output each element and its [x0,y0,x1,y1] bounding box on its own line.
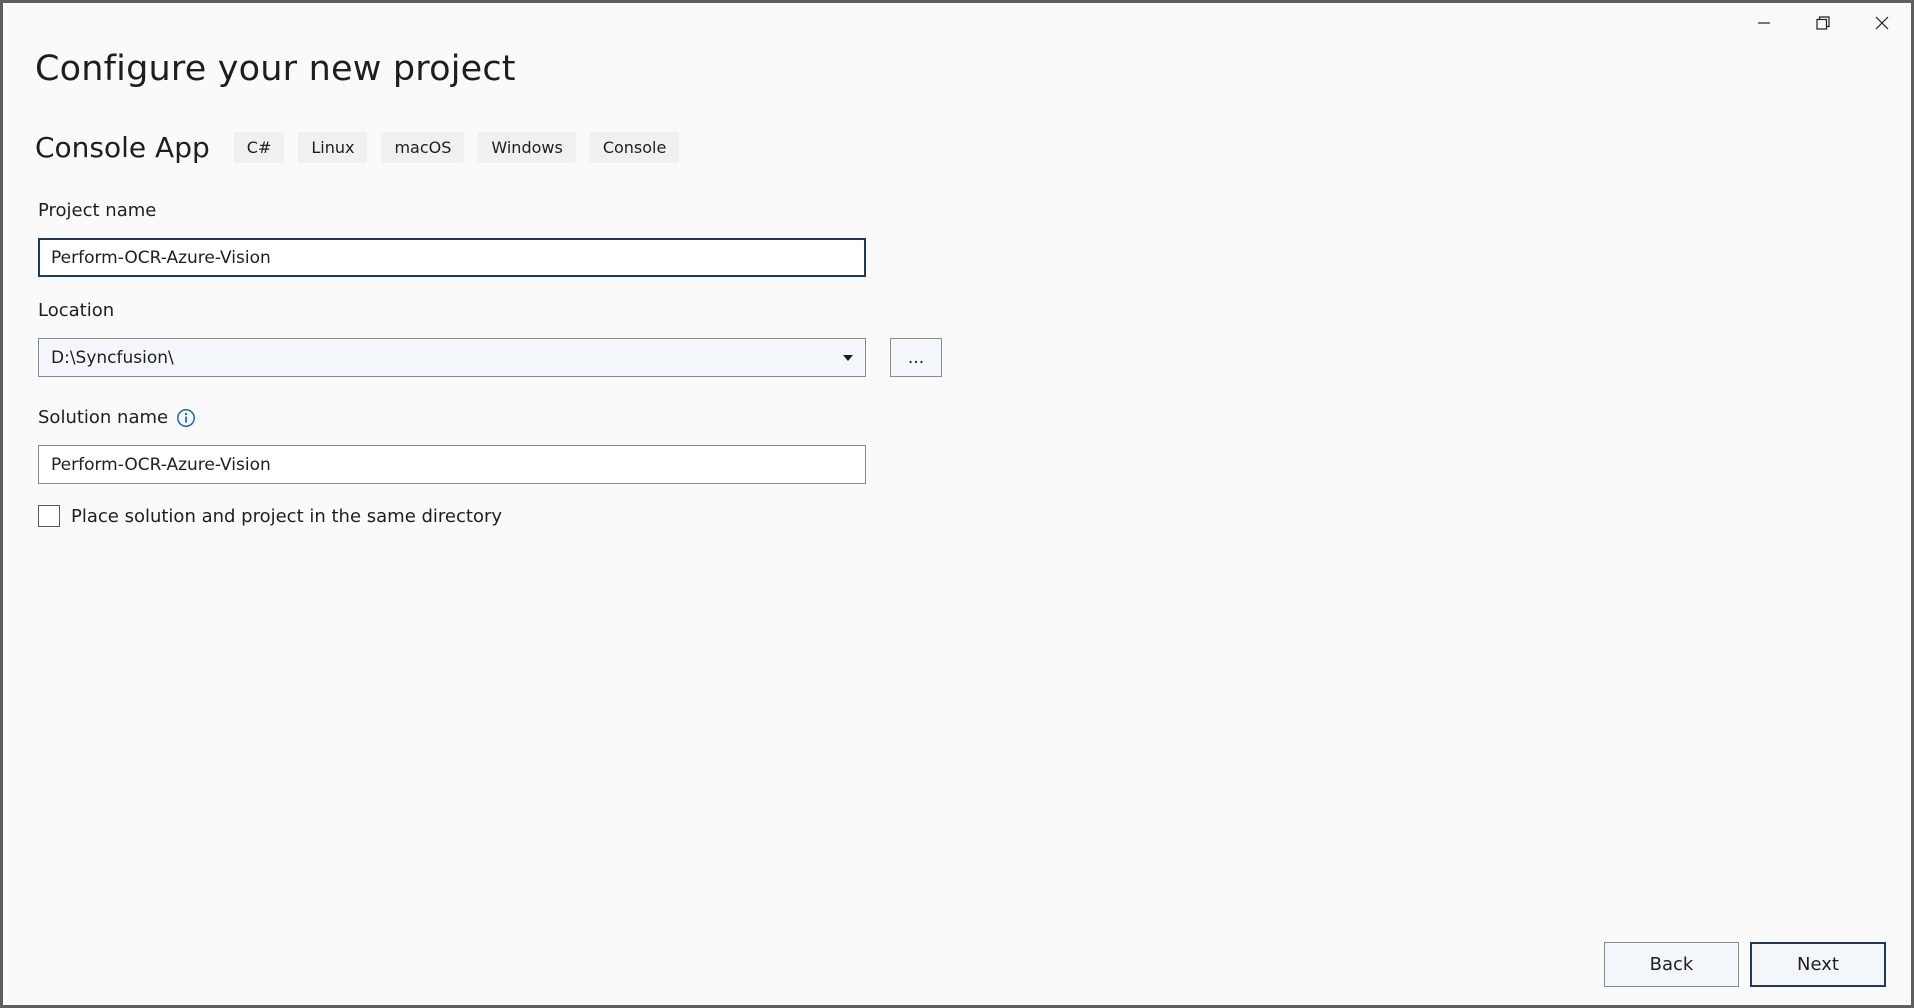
info-icon[interactable] [176,408,196,428]
template-header: Console App C# Linux macOS Windows Conso… [35,131,693,164]
tag-linux: Linux [298,132,368,163]
configure-project-window: Configure your new project Console App C… [3,3,1911,1005]
project-name-input[interactable] [38,238,866,277]
minimize-icon [1757,22,1770,24]
next-button-label: Next [1797,954,1839,975]
tag-console: Console [589,132,680,163]
location-label: Location [38,300,114,321]
same-directory-label: Place solution and project in the same d… [71,505,503,527]
close-button[interactable] [1852,3,1911,43]
browse-location-label: ... [907,347,925,368]
location-value: D:\Syncfusion\ [51,347,174,368]
solution-name-input[interactable] [38,445,866,484]
restore-icon [1815,16,1830,30]
template-name: Console App [35,131,210,164]
window-controls [1734,3,1911,43]
chevron-down-icon [843,354,853,361]
tag-macos: macOS [381,132,465,163]
project-name-label-text: Project name [38,200,157,221]
location-label-text: Location [38,300,115,321]
same-directory-checkbox[interactable] [38,505,60,527]
page-title: Configure your new project [35,49,516,89]
solution-name-label-text: Solution name [38,407,169,428]
minimize-button[interactable] [1734,3,1793,43]
close-icon [1875,16,1888,30]
back-button[interactable]: Back [1604,942,1739,987]
back-button-label: Back [1649,954,1694,975]
browse-location-button[interactable]: ... [890,338,942,377]
restore-button[interactable] [1793,3,1852,43]
next-button[interactable]: Next [1750,942,1886,987]
project-name-label: Project name [38,200,156,221]
tag-csharp: C# [233,132,285,163]
same-directory-option[interactable]: Place solution and project in the same d… [38,505,502,527]
tag-windows: Windows [478,132,576,163]
location-dropdown[interactable]: D:\Syncfusion\ [38,338,866,377]
solution-name-label: Solution name [38,407,196,428]
